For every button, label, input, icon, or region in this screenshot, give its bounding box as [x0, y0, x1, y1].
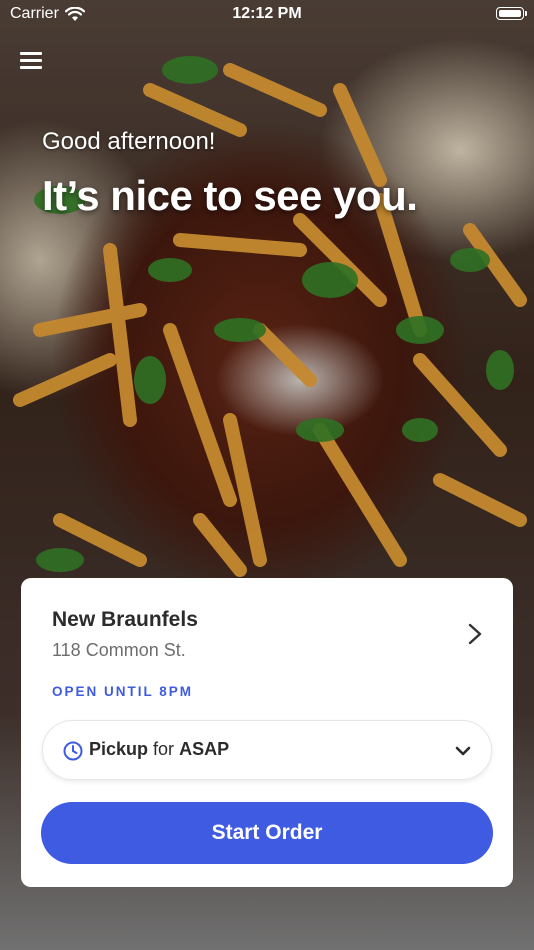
hamburger-menu-icon[interactable]	[20, 50, 44, 70]
chevron-down-icon	[455, 746, 471, 756]
location-name: New Braunfels	[52, 608, 198, 631]
location-card: New Braunfels 118 Common St. OPEN UNTIL …	[21, 578, 513, 887]
headline-text: It’s nice to see you.	[42, 172, 418, 219]
chevron-right-icon	[468, 623, 482, 645]
start-order-button[interactable]: Start Order	[41, 802, 493, 864]
order-mode-for: for	[153, 739, 175, 759]
greeting-text: Good afternoon!	[42, 128, 216, 155]
order-time-value: ASAP	[179, 739, 230, 759]
store-hours: OPEN UNTIL 8PM	[52, 684, 194, 699]
location-address: 118 Common St.	[52, 640, 186, 660]
battery-icon	[496, 7, 527, 20]
clock-icon	[63, 741, 83, 761]
order-mode-dropdown[interactable]: Pickup for ASAP	[42, 720, 492, 780]
location-selector[interactable]: New Braunfels 118 Common St.	[21, 578, 513, 678]
status-bar: Carrier 12:12 PM	[0, 0, 534, 30]
order-mode-label: Pickup for ASAP	[89, 739, 229, 760]
status-time: 12:12 PM	[232, 5, 302, 22]
order-mode-value: Pickup	[89, 739, 149, 759]
